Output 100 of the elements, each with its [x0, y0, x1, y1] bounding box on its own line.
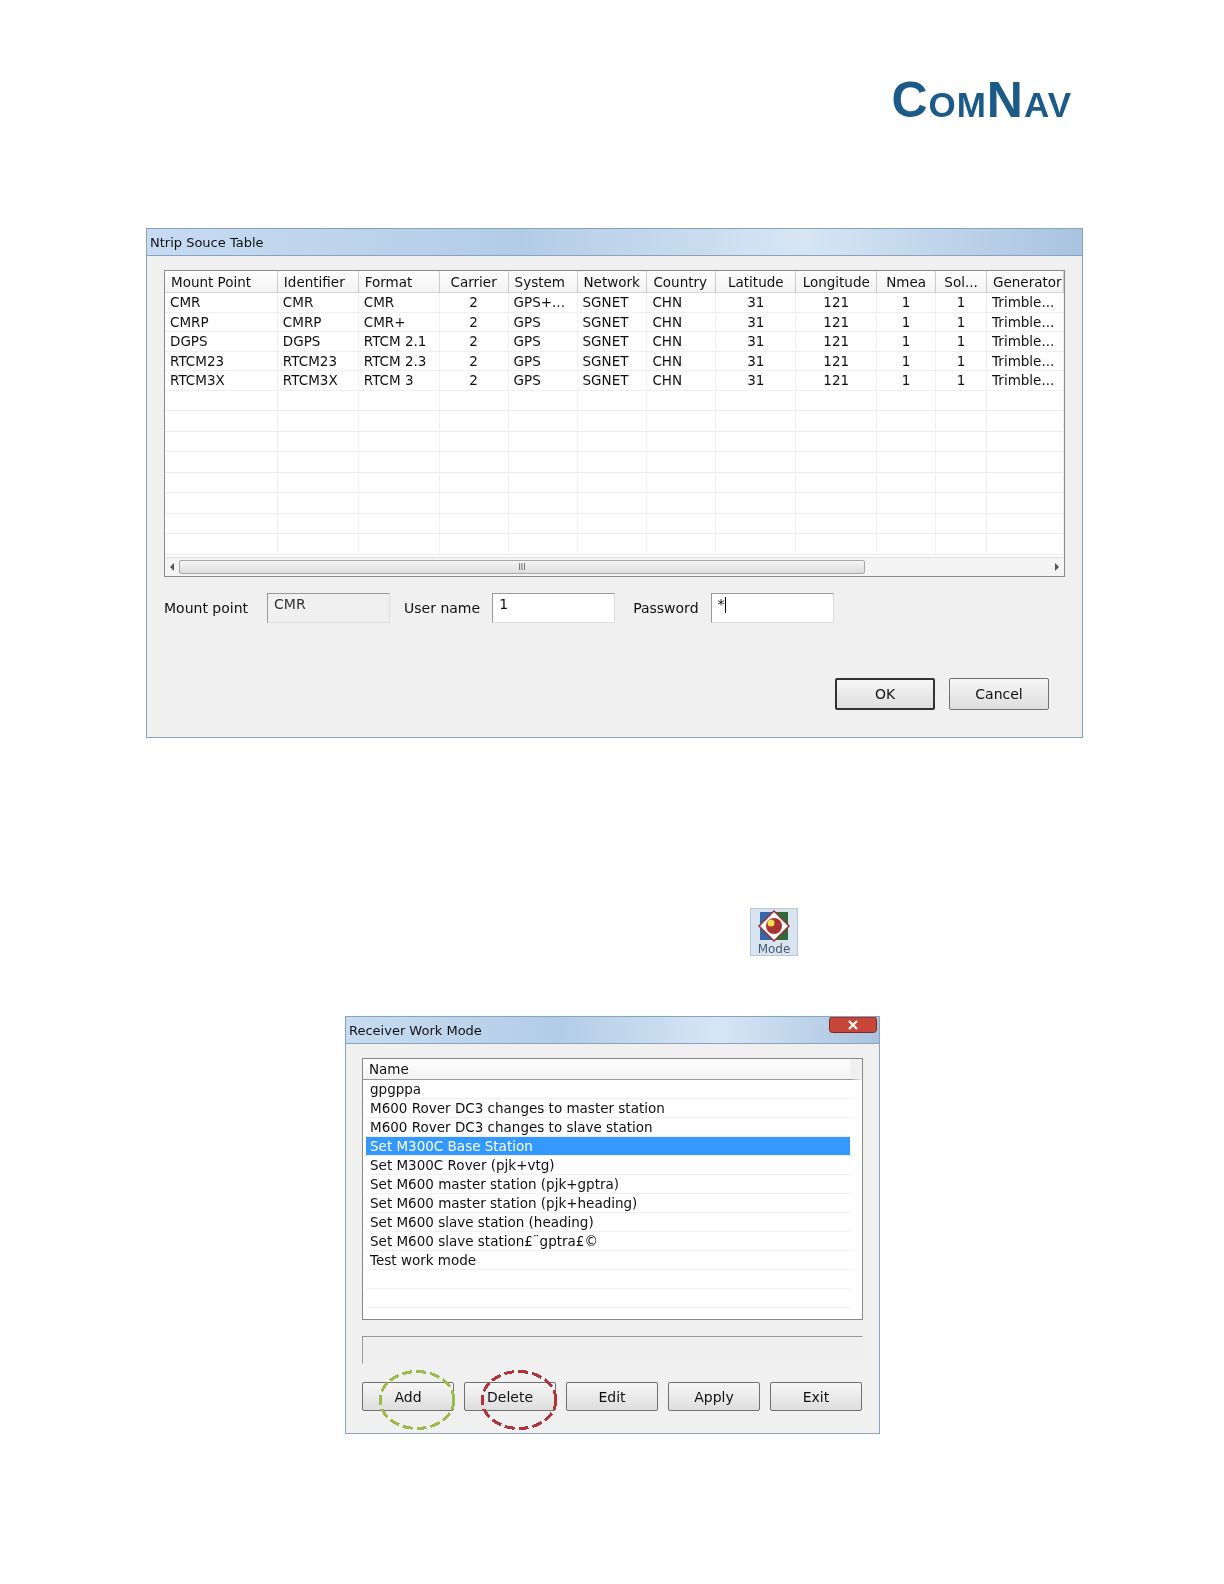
column-header[interactable]: Mount Point — [165, 271, 278, 293]
list-item[interactable]: Set M600 master station (pjk+heading) — [366, 1194, 850, 1213]
table-cell: RTCM 3 — [358, 371, 440, 391]
table-cell: 31 — [716, 332, 797, 352]
list-item[interactable]: gpgppa — [366, 1080, 850, 1099]
text-field[interactable]: 1 — [492, 593, 616, 623]
dialog-button[interactable]: Cancel — [949, 678, 1049, 710]
column-header[interactable]: Identifier — [277, 271, 359, 293]
list-item[interactable]: Test work mode — [366, 1251, 850, 1270]
list-item[interactable]: Set M300C Rover (pjk+vtg) — [366, 1156, 850, 1175]
column-header[interactable]: Country — [647, 271, 717, 293]
table-cell: GPS+... — [508, 293, 578, 313]
close-icon[interactable] — [829, 1017, 877, 1033]
table-cell: 2 — [439, 371, 509, 391]
table-cell: RTCM3X — [165, 371, 278, 391]
table-cell: 31 — [716, 312, 797, 332]
table-cell: CHN — [647, 312, 717, 332]
table-cell: RTCM 2.3 — [358, 351, 440, 371]
table-cell: 1 — [877, 332, 937, 352]
left-arrow-icon[interactable] — [169, 563, 175, 571]
window-title: Receiver Work Mode — [349, 1022, 482, 1038]
table-cell: GPS — [508, 312, 578, 332]
table-cell: 2 — [439, 351, 509, 371]
list-item[interactable]: Set M600 slave station (heading) — [366, 1213, 850, 1232]
table-cell: 1 — [936, 312, 988, 332]
dialog-button[interactable]: Delete — [464, 1382, 556, 1411]
mode-button[interactable]: Mode — [750, 908, 798, 956]
table-cell: RTCM23 — [165, 351, 278, 371]
table-cell: 1 — [936, 351, 988, 371]
field-label: Mount point — [164, 600, 249, 616]
table-cell: GPS — [508, 371, 578, 391]
table-cell: 1 — [877, 293, 937, 313]
table-cell: 1 — [936, 293, 988, 313]
table-cell: 2 — [439, 332, 509, 352]
table-cell: 121 — [796, 332, 878, 352]
table-cell: Trimble... — [987, 351, 1064, 371]
column-header[interactable]: Network — [577, 271, 648, 293]
horizontal-scrollbar[interactable]: III — [165, 557, 1064, 576]
column-header[interactable]: Nmea — [877, 271, 937, 293]
table-cell: SGNET — [577, 351, 648, 371]
table-cell: GPS — [508, 351, 578, 371]
list-item[interactable]: Set M600 slave station£¨gptra£© — [366, 1232, 850, 1251]
table-cell: CMR — [277, 293, 359, 313]
table-cell: 2 — [439, 293, 509, 313]
window-title: Ntrip Souce Table — [150, 234, 264, 250]
table-cell: CHN — [647, 332, 717, 352]
column-header[interactable]: Format — [358, 271, 440, 293]
right-arrow-icon[interactable] — [1054, 563, 1060, 571]
table-cell: CMR — [165, 293, 278, 313]
table-cell: CMRP — [277, 312, 359, 332]
table-cell: DGPS — [277, 332, 359, 352]
table-cell: SGNET — [577, 332, 648, 352]
table-cell: CMR — [358, 293, 440, 313]
table-cell: 1 — [936, 332, 988, 352]
table-cell: Trimble... — [987, 312, 1064, 332]
table-cell: 1 — [877, 312, 937, 332]
list-item[interactable]: M600 Rover DC3 changes to master station — [366, 1099, 850, 1118]
dialog-button[interactable]: Add — [362, 1382, 454, 1411]
table-cell: CHN — [647, 371, 717, 391]
table-cell: 31 — [716, 371, 797, 391]
table-cell: 1 — [877, 351, 937, 371]
column-header[interactable]: Sol... — [936, 271, 988, 293]
column-header[interactable]: System — [508, 271, 578, 293]
column-header[interactable]: Name — [363, 1059, 862, 1080]
scrollbar-thumb[interactable]: III — [179, 560, 865, 574]
table-cell: 31 — [716, 351, 797, 371]
table-cell: CMRP — [165, 312, 278, 332]
table-cell: 1 — [877, 371, 937, 391]
table-cell: DGPS — [165, 332, 278, 352]
table-cell: SGNET — [577, 371, 648, 391]
table-cell: 1 — [936, 371, 988, 391]
table-cell: 2 — [439, 312, 509, 332]
column-header[interactable]: Generator — [987, 271, 1064, 293]
dialog-button[interactable]: Exit — [770, 1382, 862, 1411]
field-label: Password — [633, 600, 699, 616]
column-header[interactable]: Longitude — [796, 271, 878, 293]
column-header[interactable]: Carrier — [439, 271, 509, 293]
table-cell: 121 — [796, 351, 878, 371]
list-item[interactable]: Set M600 master station (pjk+gptra) — [366, 1175, 850, 1194]
dialog-button[interactable]: Apply — [668, 1382, 760, 1411]
text-field[interactable]: * — [710, 593, 834, 623]
table-cell: SGNET — [577, 312, 648, 332]
table-cell: 31 — [716, 293, 797, 313]
table-cell: Trimble... — [987, 293, 1064, 313]
mode-icon — [757, 909, 791, 943]
dialog-button[interactable]: OK — [835, 678, 935, 710]
table-cell: Trimble... — [987, 371, 1064, 391]
table-cell: 121 — [796, 293, 878, 313]
table-cell: 121 — [796, 371, 878, 391]
table-cell: GPS — [508, 332, 578, 352]
dialog-button[interactable]: Edit — [566, 1382, 658, 1411]
table-cell: Trimble... — [987, 332, 1064, 352]
table-cell: CHN — [647, 351, 717, 371]
column-header[interactable]: Latitude — [716, 271, 797, 293]
company-logo: ComNav — [891, 72, 1072, 128]
table-cell: RTCM3X — [277, 371, 359, 391]
table-cell: SGNET — [577, 293, 648, 313]
table-cell: CHN — [647, 293, 717, 313]
table-cell: RTCM23 — [277, 351, 359, 371]
table-cell: CMR+ — [358, 312, 440, 332]
